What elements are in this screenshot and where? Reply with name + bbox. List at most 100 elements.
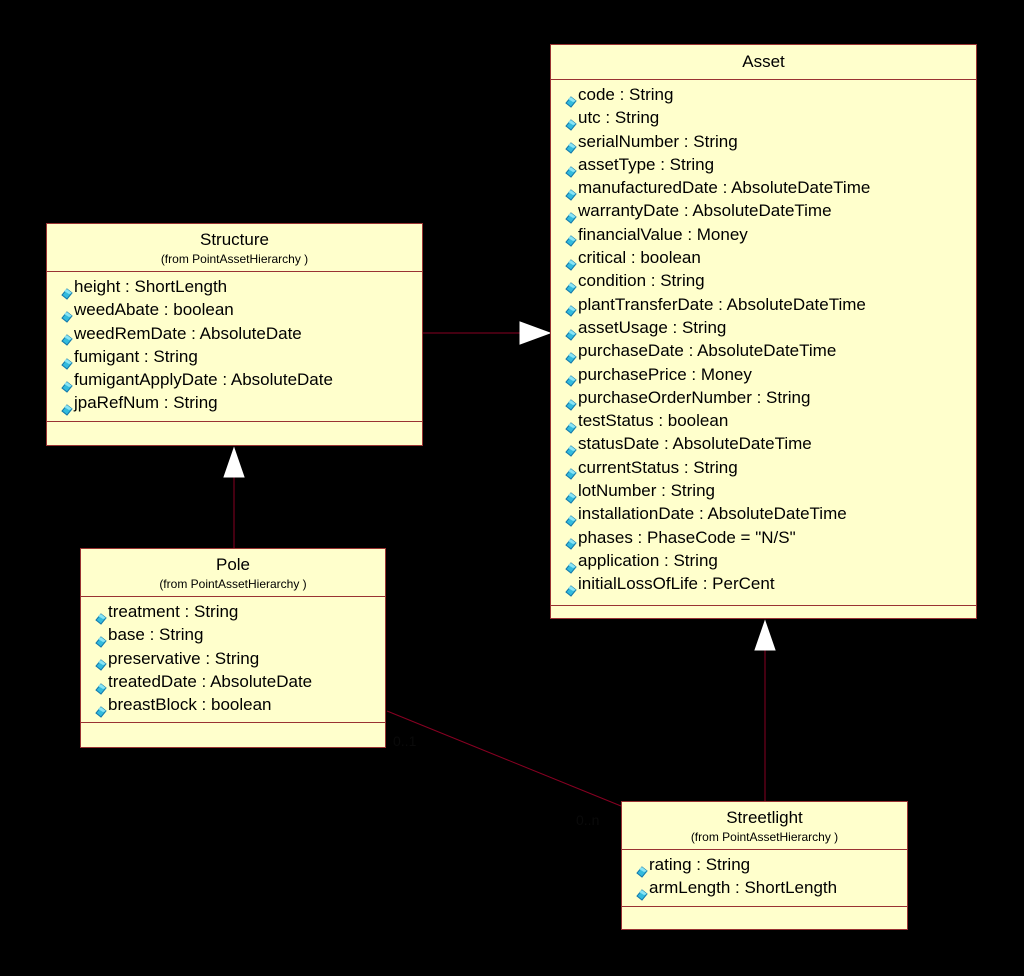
attribute-text: preservative : String <box>108 648 260 668</box>
class-header: Structure (from PointAssetHierarchy ) <box>47 224 422 272</box>
generalization-arrowhead-asset-bottom <box>754 619 776 651</box>
generalization-arrowhead-structure <box>223 446 245 478</box>
multiplicity-streetlight-end: 0..n <box>576 812 600 828</box>
public-attribute-icon <box>565 580 577 597</box>
attribute-item[interactable]: manufacturedDate : AbsoluteDateTime <box>565 176 976 201</box>
operations-compartment <box>551 606 976 624</box>
attribute-item[interactable]: lotNumber : String <box>565 479 976 504</box>
attribute-item[interactable]: breastBlock : boolean <box>95 693 385 718</box>
attribute-item[interactable]: armLength : ShortLength <box>636 876 907 901</box>
attribute-item[interactable]: height : ShortLength <box>61 275 422 300</box>
attribute-item[interactable]: serialNumber : String <box>565 130 976 154</box>
attribute-item[interactable]: treatedDate : AbsoluteDate <box>95 670 385 695</box>
generalization-arrowhead-asset-left <box>519 321 552 345</box>
attribute-item[interactable]: weedAbate : boolean <box>61 298 422 323</box>
attribute-item[interactable]: rating : String <box>636 853 907 878</box>
attribute-item[interactable]: purchaseOrderNumber : String <box>565 386 976 411</box>
attribute-text: rating : String <box>649 855 751 874</box>
attribute-item[interactable]: purchasePrice : Money <box>565 363 976 387</box>
attribute-list: code : String utc : String serialNumber : … <box>551 80 976 606</box>
attribute-item[interactable]: jpaRefNum : String <box>61 391 422 416</box>
class-name: Pole <box>215 555 251 574</box>
attribute-list: rating : String armLength : ShortLength <box>622 850 907 907</box>
public-attribute-icon <box>61 353 73 370</box>
attribute-item[interactable]: warrantyDate : AbsoluteDateTime <box>565 199 976 224</box>
public-attribute-icon <box>565 254 577 271</box>
attribute-item[interactable]: weedRemDate : AbsoluteDate <box>61 322 422 346</box>
attribute-item[interactable]: treatment : String <box>95 600 385 625</box>
attribute-item[interactable]: code : String <box>565 83 976 108</box>
public-attribute-icon <box>565 184 577 201</box>
class-streetlight[interactable]: Streetlight (from PointAssetHierarchy ) … <box>621 801 908 930</box>
public-attribute-icon <box>565 370 577 387</box>
public-attribute-icon <box>565 300 577 318</box>
class-header: Asset <box>551 45 976 80</box>
attribute-text: testStatus : boolean <box>578 411 729 431</box>
attribute-text: treatedDate : AbsoluteDate <box>108 671 313 691</box>
attribute-text: weedRemDate : AbsoluteDate <box>74 323 302 343</box>
attribute-item[interactable]: installationDate : AbsoluteDateTime <box>565 502 976 527</box>
public-attribute-icon <box>61 306 73 323</box>
attribute-item[interactable]: assetType : String <box>565 153 976 178</box>
attribute-item[interactable]: application : String <box>565 549 976 574</box>
public-attribute-icon <box>565 440 577 457</box>
association-pole-streetlight <box>386 710 622 807</box>
attribute-item[interactable]: condition : String <box>565 269 976 294</box>
attribute-item[interactable]: preservative : String <box>95 647 385 671</box>
attribute-text: purchaseDate : AbsoluteDateTime <box>578 341 837 361</box>
class-asset[interactable]: Asset code : String utc : String serialNum… <box>550 44 977 619</box>
attribute-text: critical : boolean <box>578 248 701 268</box>
attribute-text: fumigantApplyDate : AbsoluteDate <box>74 370 333 390</box>
attribute-text: purchaseOrderNumber : String <box>578 387 811 407</box>
class-pole[interactable]: Pole (from PointAssetHierarchy ) treatme… <box>80 548 386 748</box>
attribute-text: phases : PhaseCode = "N/S" <box>578 527 796 547</box>
public-attribute-icon <box>95 608 107 625</box>
attribute-text: statusDate : AbsoluteDateTime <box>578 434 812 454</box>
attribute-text: application : String <box>578 550 718 570</box>
public-attribute-icon <box>565 417 577 434</box>
class-header: Streetlight (from PointAssetHierarchy ) <box>622 802 907 850</box>
class-package: (from PointAssetHierarchy ) <box>159 577 307 591</box>
public-attribute-icon <box>565 463 577 481</box>
attribute-item[interactable]: phases : PhaseCode = "N/S" <box>565 526 976 550</box>
attribute-item[interactable]: base : String <box>95 623 385 648</box>
attribute-item[interactable]: statusDate : AbsoluteDateTime <box>565 432 976 457</box>
attribute-item[interactable]: plantTransferDate : AbsoluteDateTime <box>565 293 976 318</box>
attribute-item[interactable]: assetUsage : String <box>565 316 976 341</box>
class-name: Streetlight <box>726 808 803 827</box>
public-attribute-icon <box>61 283 73 300</box>
public-attribute-icon <box>565 277 577 294</box>
attribute-item[interactable]: testStatus : boolean <box>565 409 976 434</box>
public-attribute-icon <box>61 329 73 346</box>
public-attribute-icon <box>565 324 577 341</box>
attribute-item[interactable]: financialValue : Money <box>565 223 976 248</box>
public-attribute-icon <box>565 487 577 504</box>
class-structure[interactable]: Structure (from PointAssetHierarchy ) he… <box>46 223 423 446</box>
public-attribute-icon <box>61 376 73 393</box>
class-name: Asset <box>742 52 785 71</box>
public-attribute-icon <box>565 347 577 364</box>
public-attribute-icon <box>565 91 577 108</box>
attribute-text: fumigant : String <box>74 346 198 366</box>
attribute-text: assetUsage : String <box>578 317 727 337</box>
operations-compartment <box>622 907 907 925</box>
attribute-item[interactable]: critical : boolean <box>565 246 976 271</box>
attribute-text: financialValue : Money <box>578 224 748 244</box>
public-attribute-icon <box>636 884 648 901</box>
attribute-item[interactable]: currentStatus : String <box>565 456 976 481</box>
class-header: Pole (from PointAssetHierarchy ) <box>81 549 385 597</box>
attribute-text: installationDate : AbsoluteDateTime <box>578 504 847 524</box>
public-attribute-icon <box>565 137 577 154</box>
attribute-text: height : ShortLength <box>74 277 228 296</box>
class-package: (from PointAssetHierarchy ) <box>160 252 309 266</box>
attribute-text: currentStatus : String <box>578 457 738 477</box>
attribute-item[interactable]: fumigantApplyDate : AbsoluteDate <box>61 368 422 393</box>
attribute-text: armLength : ShortLength <box>649 878 838 898</box>
attribute-item[interactable]: purchaseDate : AbsoluteDateTime <box>565 339 976 364</box>
attribute-item[interactable]: fumigant : String <box>61 345 422 370</box>
attribute-text: warrantyDate : AbsoluteDateTime <box>578 201 832 221</box>
attribute-item[interactable]: utc : String <box>565 106 976 131</box>
attribute-item[interactable]: initialLossOfLife : PerCent <box>565 572 976 597</box>
attribute-text: base : String <box>108 625 204 645</box>
operations-compartment <box>81 723 385 741</box>
